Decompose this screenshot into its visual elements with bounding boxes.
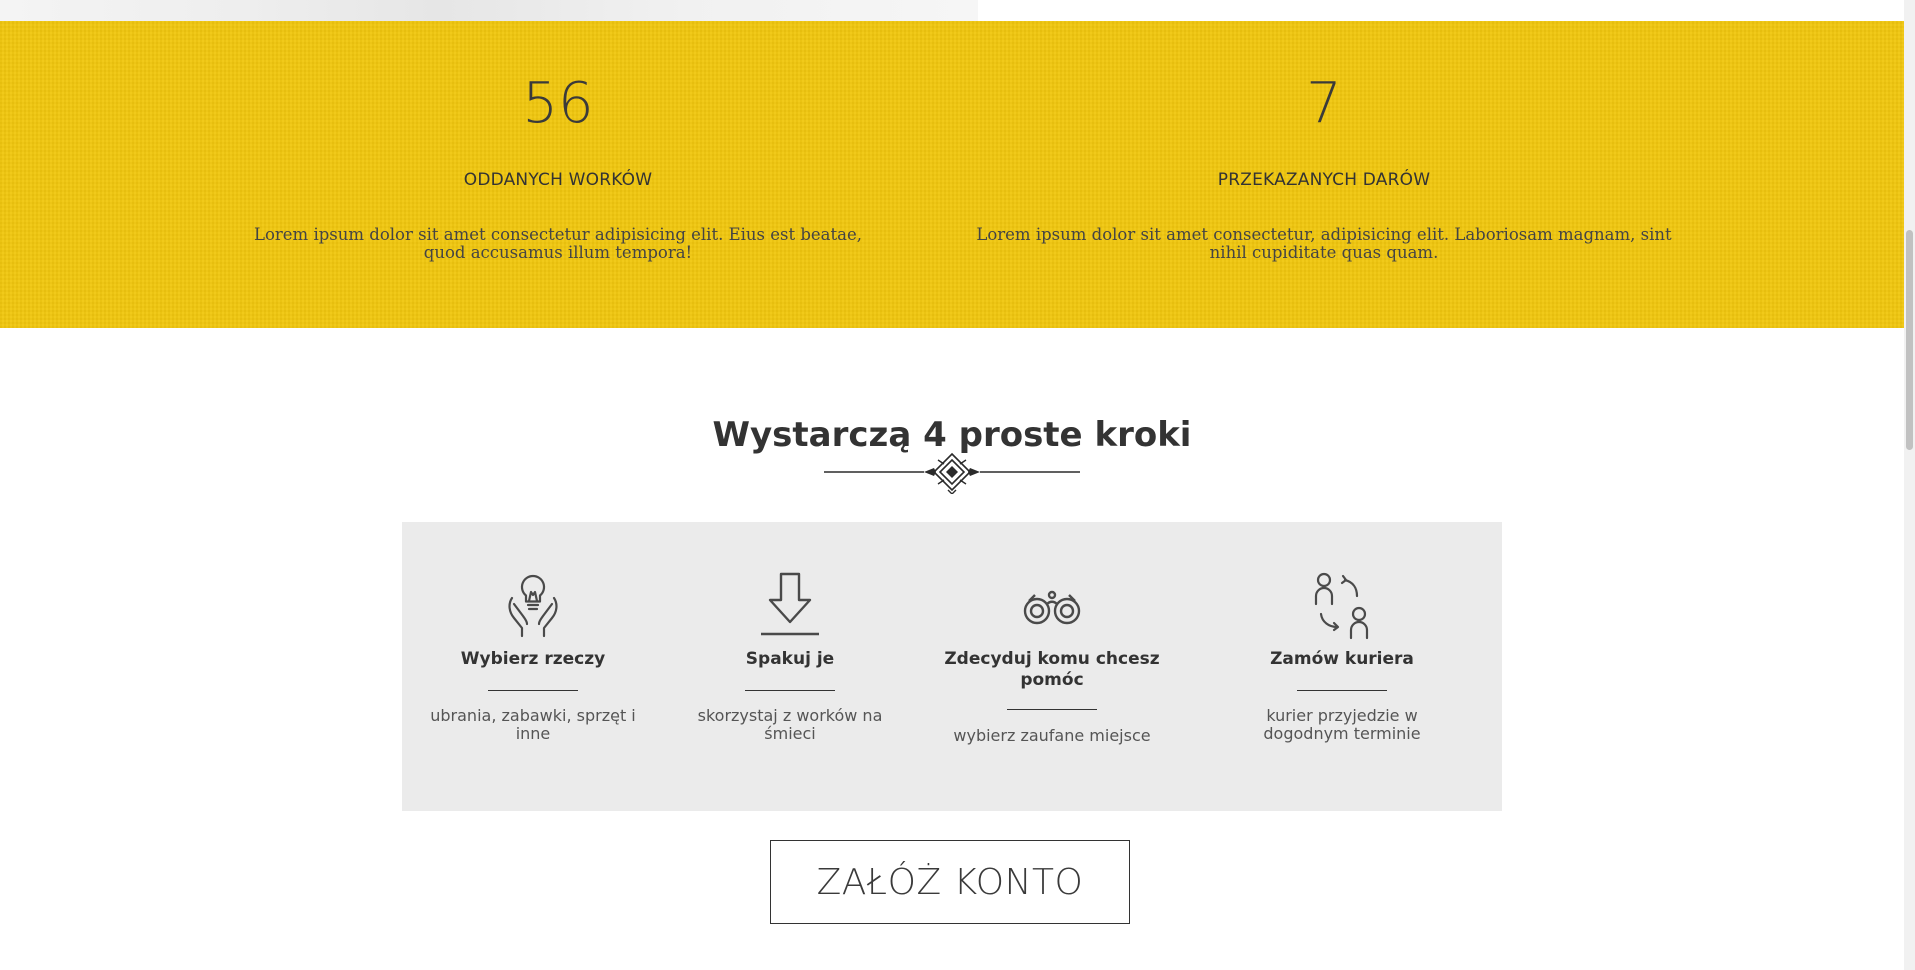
- scrollbar-thumb[interactable]: [1906, 230, 1913, 450]
- step-title: Zamów kuriera: [1270, 649, 1414, 669]
- step-divider: [1297, 690, 1387, 691]
- step-subtitle: wybierz zaufane miejsce: [953, 726, 1151, 745]
- download-arrow-icon: [761, 572, 819, 636]
- stat-label: PRZEKAZANYCH DARÓW: [1217, 170, 1431, 190]
- stat-number: 7: [1306, 71, 1342, 136]
- step-subtitle: skorzystaj z worków na śmieci: [697, 706, 883, 743]
- page-scrollbar[interactable]: [1904, 0, 1915, 970]
- step-title: Zdecyduj komu chcesz pomóc: [944, 649, 1160, 690]
- stat-description: Lorem ipsum dolor sit amet consectetur, …: [976, 225, 1672, 262]
- step-subtitle: kurier przyjedzie w dogodnym terminie: [1263, 706, 1421, 743]
- step-title: Wybierz rzeczy: [460, 649, 606, 669]
- step-subtitle: ubrania, zabawki, sprzęt i inne: [430, 706, 636, 743]
- hero-image-remnant: [0, 0, 978, 21]
- step-title: Spakuj je: [745, 649, 835, 669]
- hero-section-edge: [0, 0, 1904, 21]
- steps-panel: Wybierz rzeczy ubrania, zabawki, sprzęt …: [402, 522, 1502, 811]
- people-exchange-icon: [1314, 572, 1369, 640]
- stat-number: 56: [522, 71, 594, 136]
- create-account-button[interactable]: ZAŁÓŻ KONTO: [770, 840, 1130, 924]
- hands-lightbulb-icon: [508, 574, 558, 638]
- stats-section: 56 ODDANYCH WORKÓW Lorem ipsum dolor sit…: [0, 21, 1904, 328]
- stat-description: Lorem ipsum dolor sit amet consectetur a…: [254, 225, 862, 262]
- binoculars-icon: [1023, 590, 1081, 625]
- step-divider: [488, 690, 578, 691]
- step-divider: [745, 690, 835, 691]
- step-divider: [1007, 709, 1097, 710]
- stat-label: ODDANYCH WORKÓW: [463, 170, 653, 190]
- decorative-divider-icon: [824, 452, 1080, 494]
